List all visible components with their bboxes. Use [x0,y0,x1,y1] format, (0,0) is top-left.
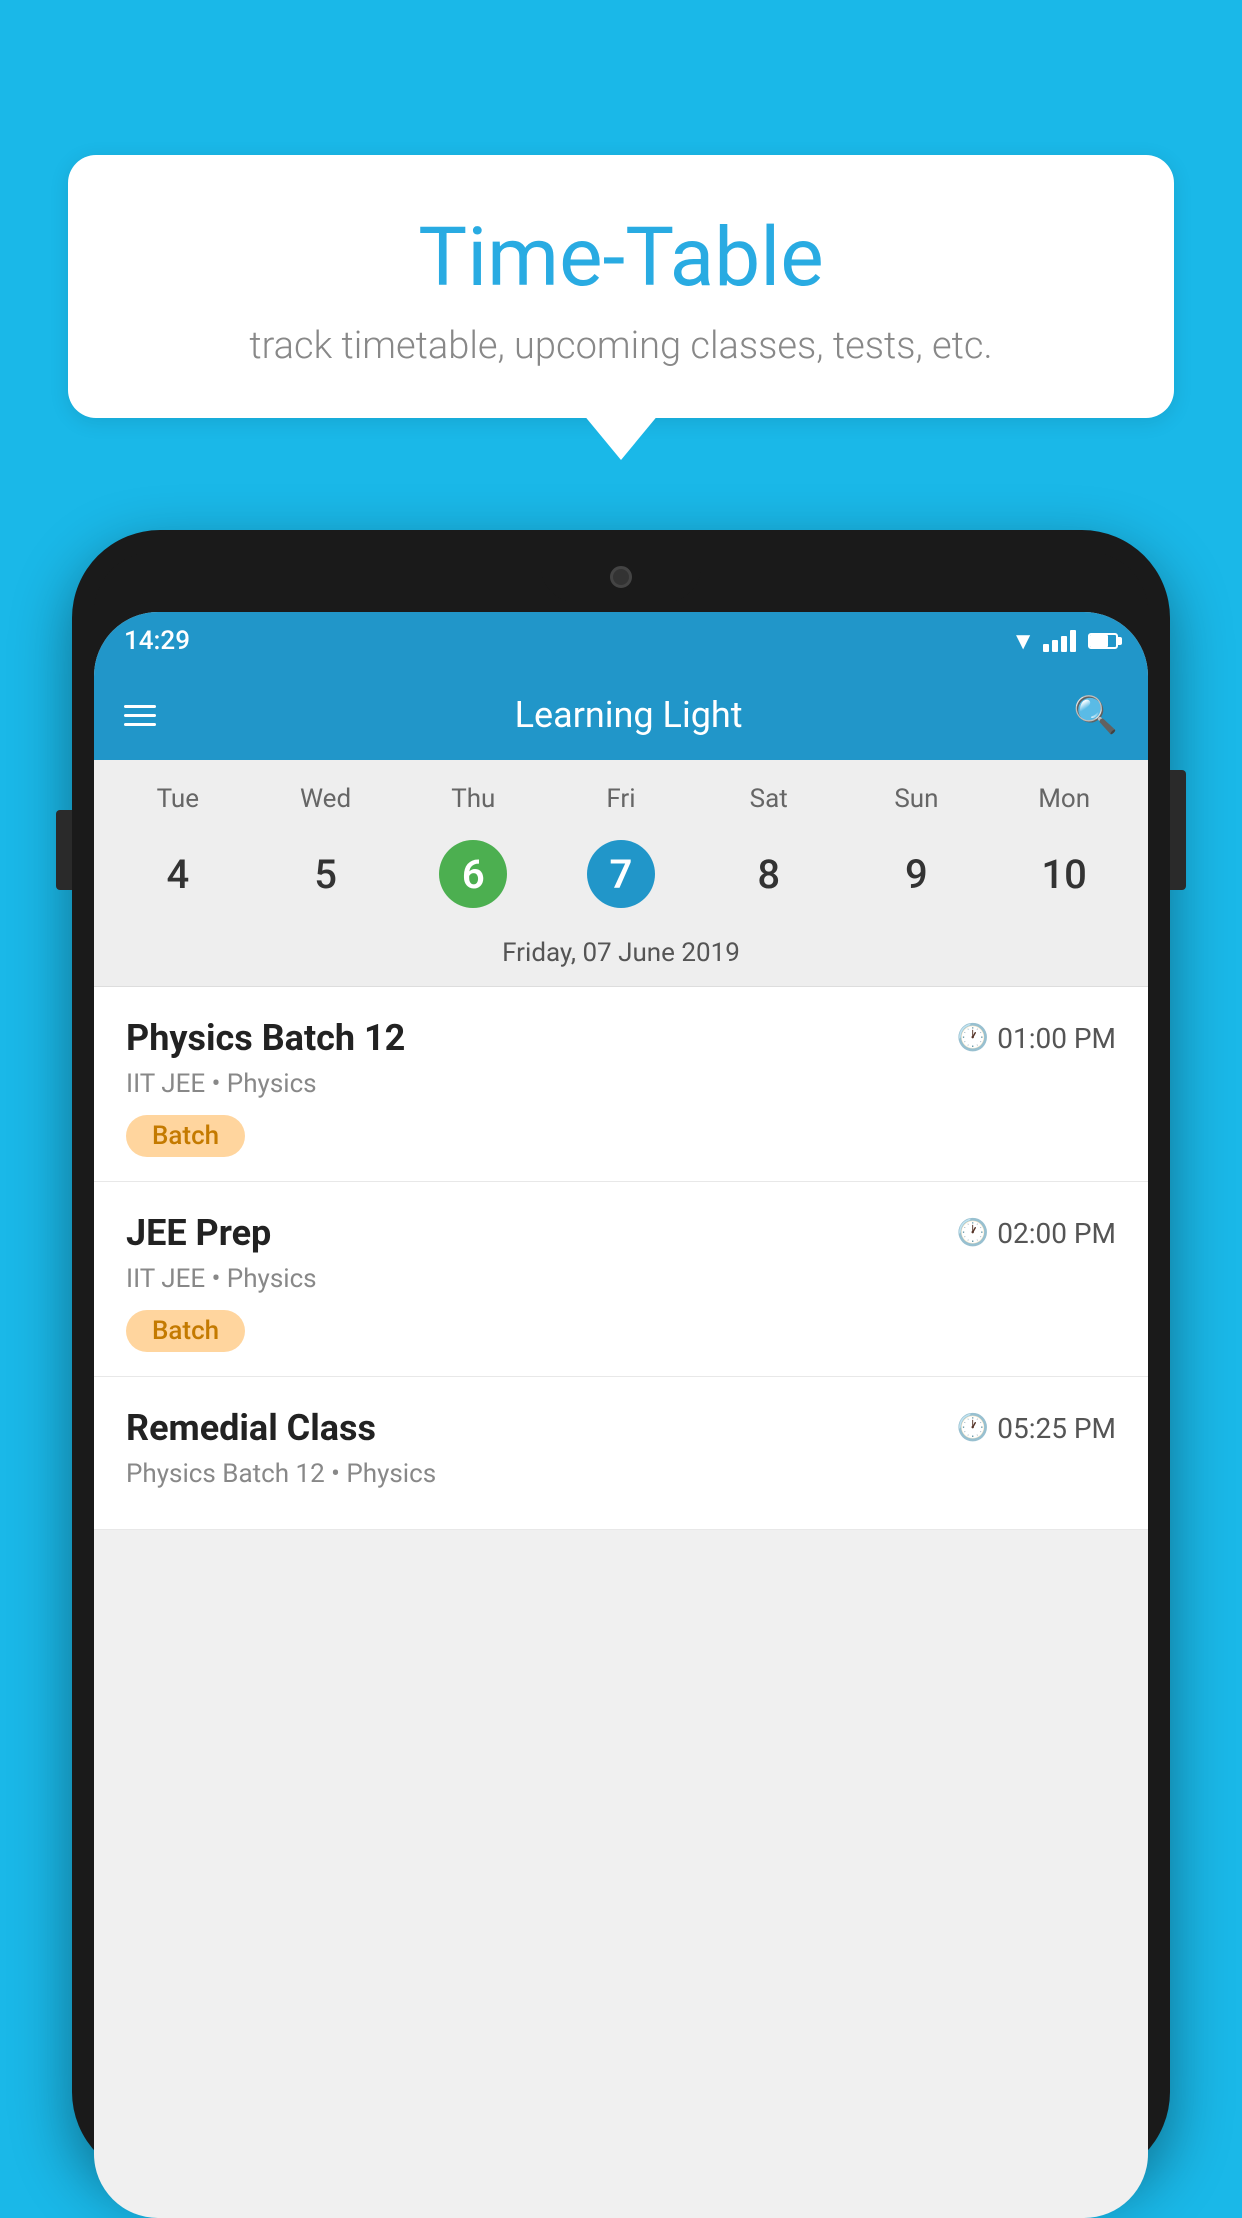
day-header-tue: Tue [104,776,252,822]
app-header: Learning Light 🔍 [94,670,1148,760]
speech-bubble: Time-Table track timetable, upcoming cla… [68,155,1174,418]
signal-bars [1043,630,1076,652]
schedule-item-0-time: 🕐 01:00 PM [957,1022,1116,1055]
day-8[interactable]: 8 [695,830,843,918]
schedule-item-2-header: Remedial Class 🕐 05:25 PM [126,1407,1116,1449]
phone-notch-bar [94,552,1148,612]
day-9[interactable]: 9 [843,830,991,918]
clock-icon-1: 🕐 [957,1218,989,1248]
phone-container: 14:29 ▼ [72,530,1170,2208]
calendar-strip: Tue Wed Thu Fri Sat Sun Mon 4 5 6 [94,760,1148,987]
schedule-item-2-title: Remedial Class [126,1407,376,1449]
clock-icon-0: 🕐 [957,1023,989,1053]
schedule-list: Physics Batch 12 🕐 01:00 PM IIT JEE • Ph… [94,987,1148,1530]
schedule-item-2-time: 🕐 05:25 PM [957,1412,1116,1445]
schedule-item-0[interactable]: Physics Batch 12 🕐 01:00 PM IIT JEE • Ph… [94,987,1148,1182]
schedule-item-2-time-text: 05:25 PM [997,1412,1116,1445]
hamburger-line-3 [124,723,156,726]
day-10[interactable]: 10 [990,830,1138,918]
day-4[interactable]: 4 [104,830,252,918]
phone-screen-inner: 14:29 ▼ [94,612,1148,2218]
hamburger-line-1 [124,705,156,708]
status-time: 14:29 [124,626,190,656]
status-bar: 14:29 ▼ [94,612,1148,670]
day-numbers: 4 5 6 7 8 9 10 [94,822,1148,926]
schedule-item-1-time: 🕐 02:00 PM [957,1217,1116,1250]
schedule-item-0-header: Physics Batch 12 🕐 01:00 PM [126,1017,1116,1059]
day-header-mon: Mon [990,776,1138,822]
phone-outer: 14:29 ▼ [72,530,1170,2180]
wifi-icon: ▼ [1011,627,1035,656]
signal-bar-1 [1043,644,1049,652]
hamburger-menu-icon[interactable] [124,705,156,726]
day-header-sun: Sun [843,776,991,822]
schedule-item-1-header: JEE Prep 🕐 02:00 PM [126,1212,1116,1254]
schedule-item-1-meta: IIT JEE • Physics [126,1264,1116,1294]
day-7-circle[interactable]: 7 [587,840,655,908]
schedule-item-2[interactable]: Remedial Class 🕐 05:25 PM Physics Batch … [94,1377,1148,1530]
phone-camera [610,566,632,588]
hamburger-line-2 [124,714,156,717]
day-header-fri: Fri [547,776,695,822]
clock-icon-2: 🕐 [957,1413,989,1443]
day-header-thu: Thu [399,776,547,822]
bubble-subtitle: track timetable, upcoming classes, tests… [128,324,1114,368]
day-5[interactable]: 5 [252,830,400,918]
day-header-wed: Wed [252,776,400,822]
phone-screen: 14:29 ▼ [94,612,1148,2218]
search-icon[interactable]: 🔍 [1073,694,1118,736]
phone-notch [541,552,701,602]
signal-bar-2 [1052,640,1058,652]
battery-icon [1088,633,1118,649]
schedule-item-1-title: JEE Prep [126,1212,271,1254]
day-header-sat: Sat [695,776,843,822]
schedule-item-1-time-text: 02:00 PM [997,1217,1116,1250]
schedule-item-2-meta: Physics Batch 12 • Physics [126,1459,1116,1489]
app-title: Learning Light [184,694,1073,736]
schedule-item-0-tag: Batch [126,1115,245,1157]
day-6-circle[interactable]: 6 [439,840,507,908]
selected-date-label: Friday, 07 June 2019 [94,926,1148,987]
day-headers: Tue Wed Thu Fri Sat Sun Mon [94,776,1148,822]
bubble-title: Time-Table [128,210,1114,306]
day-7[interactable]: 7 [547,830,695,918]
schedule-item-1[interactable]: JEE Prep 🕐 02:00 PM IIT JEE • Physics Ba… [94,1182,1148,1377]
status-icons: ▼ [1011,627,1118,656]
schedule-item-0-title: Physics Batch 12 [126,1017,405,1059]
battery-fill [1090,635,1108,647]
signal-bar-4 [1070,630,1076,652]
schedule-item-1-tag: Batch [126,1310,245,1352]
schedule-item-0-time-text: 01:00 PM [997,1022,1116,1055]
signal-bar-3 [1061,636,1067,652]
schedule-item-0-meta: IIT JEE • Physics [126,1069,1116,1099]
day-6[interactable]: 6 [399,830,547,918]
